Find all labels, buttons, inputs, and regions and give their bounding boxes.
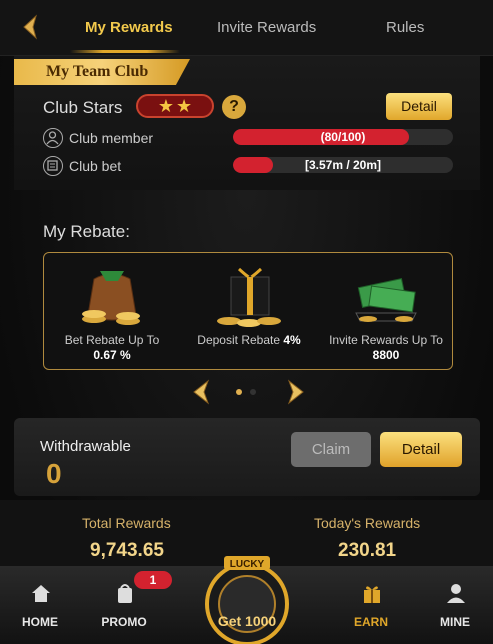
- nav-earn[interactable]: EARN: [336, 580, 406, 640]
- gift-icon: [361, 582, 383, 604]
- back-arrow-icon[interactable]: [16, 12, 46, 42]
- total-rewards-value: 9,743.65: [90, 540, 164, 561]
- club-member-progress: (80/100): [233, 129, 453, 145]
- total-rewards-label: Total Rewards: [82, 515, 171, 531]
- rebate-title: My Rebate:: [43, 222, 130, 241]
- rebate-label-text: Invite Rewards Up To: [329, 333, 443, 347]
- rebate-label: Deposit Rebate 4%: [181, 333, 317, 348]
- active-tab-indicator: [70, 50, 180, 53]
- team-club-ribbon: My Team Club: [14, 59, 190, 85]
- lucky-label: LUCKY: [230, 559, 265, 570]
- home-icon: [30, 582, 52, 604]
- rebate-label: Invite Rewards Up To 8800: [318, 333, 454, 363]
- star-icon: ★: [176, 96, 193, 116]
- rebate-label: Bet Rebate Up To 0.67 %: [44, 333, 180, 363]
- top-nav: My Rewards Invite Rewards Rules: [0, 0, 493, 56]
- user-icon: [445, 582, 467, 604]
- progress-text: (80/100): [320, 130, 366, 144]
- promo-icon: [114, 582, 136, 604]
- rebate-item-bet: Bet Rebate Up To 0.67 %: [44, 253, 180, 371]
- nav-label: MINE: [440, 615, 470, 629]
- club-member-label: Club member: [69, 130, 154, 146]
- club-bet-label: Club bet: [69, 158, 122, 174]
- nav-label: EARN: [353, 615, 388, 629]
- withdrawable-label: Withdrawable: [40, 438, 131, 455]
- rebate-value: 8800: [372, 348, 400, 362]
- nav-home[interactable]: HOME: [5, 580, 75, 640]
- club-stars-label: Club Stars: [43, 98, 123, 117]
- rebate-label-text: Deposit Rebate: [197, 333, 281, 347]
- star-icon: ★: [157, 96, 174, 116]
- carousel-dot-active[interactable]: [236, 389, 242, 395]
- member-icon: [43, 128, 63, 148]
- todays-rewards-value: 230.81: [338, 540, 397, 561]
- club-detail-button[interactable]: Detail: [386, 93, 452, 120]
- bet-icon: [43, 156, 63, 176]
- club-bet-progress: [3.57m / 20m]: [233, 157, 453, 173]
- carousel-dot[interactable]: [250, 389, 256, 395]
- rebate-label-text: Bet Rebate Up To: [64, 333, 160, 347]
- rewards-page: My Rewards Invite Rewards Rules My Team …: [0, 0, 493, 644]
- nav-label: PROMO: [101, 615, 147, 629]
- club-stars-badge: ★ ★: [136, 94, 214, 118]
- tab-rules[interactable]: Rules: [386, 19, 424, 36]
- withdrawable-value: 0: [46, 458, 62, 489]
- nav-promo[interactable]: PROMO: [89, 580, 159, 640]
- lucky-wheel-button[interactable]: LUCKY: [198, 552, 296, 644]
- tab-my-rewards[interactable]: My Rewards: [85, 19, 173, 36]
- nav-label: HOME: [22, 615, 58, 629]
- claim-button[interactable]: Claim: [291, 432, 371, 467]
- carousel-next-icon[interactable]: [283, 379, 307, 405]
- cash-stack-icon: [346, 259, 426, 331]
- help-icon[interactable]: ?: [222, 95, 246, 119]
- promo-badge: 1: [134, 571, 172, 589]
- get-1000-label: Get 1000: [217, 613, 277, 629]
- rebate-value: 0.67 %: [93, 348, 131, 362]
- progress-text: [3.57m / 20m]: [304, 158, 382, 172]
- gift-box-icon: [209, 259, 289, 331]
- nav-mine[interactable]: MINE: [420, 580, 490, 640]
- withdraw-detail-button[interactable]: Detail: [380, 432, 462, 467]
- todays-rewards-label: Today's Rewards: [314, 515, 421, 531]
- money-bag-icon: [72, 259, 152, 331]
- rebate-item-invite: Invite Rewards Up To 8800: [318, 253, 454, 371]
- rebate-value: 4%: [283, 333, 301, 347]
- carousel-prev-icon[interactable]: [190, 379, 214, 405]
- rebate-item-deposit: Deposit Rebate 4%: [181, 253, 317, 371]
- rebate-carousel: Bet Rebate Up To 0.67 % Deposit Rebate 4…: [43, 252, 453, 370]
- tab-invite-rewards[interactable]: Invite Rewards: [217, 19, 316, 36]
